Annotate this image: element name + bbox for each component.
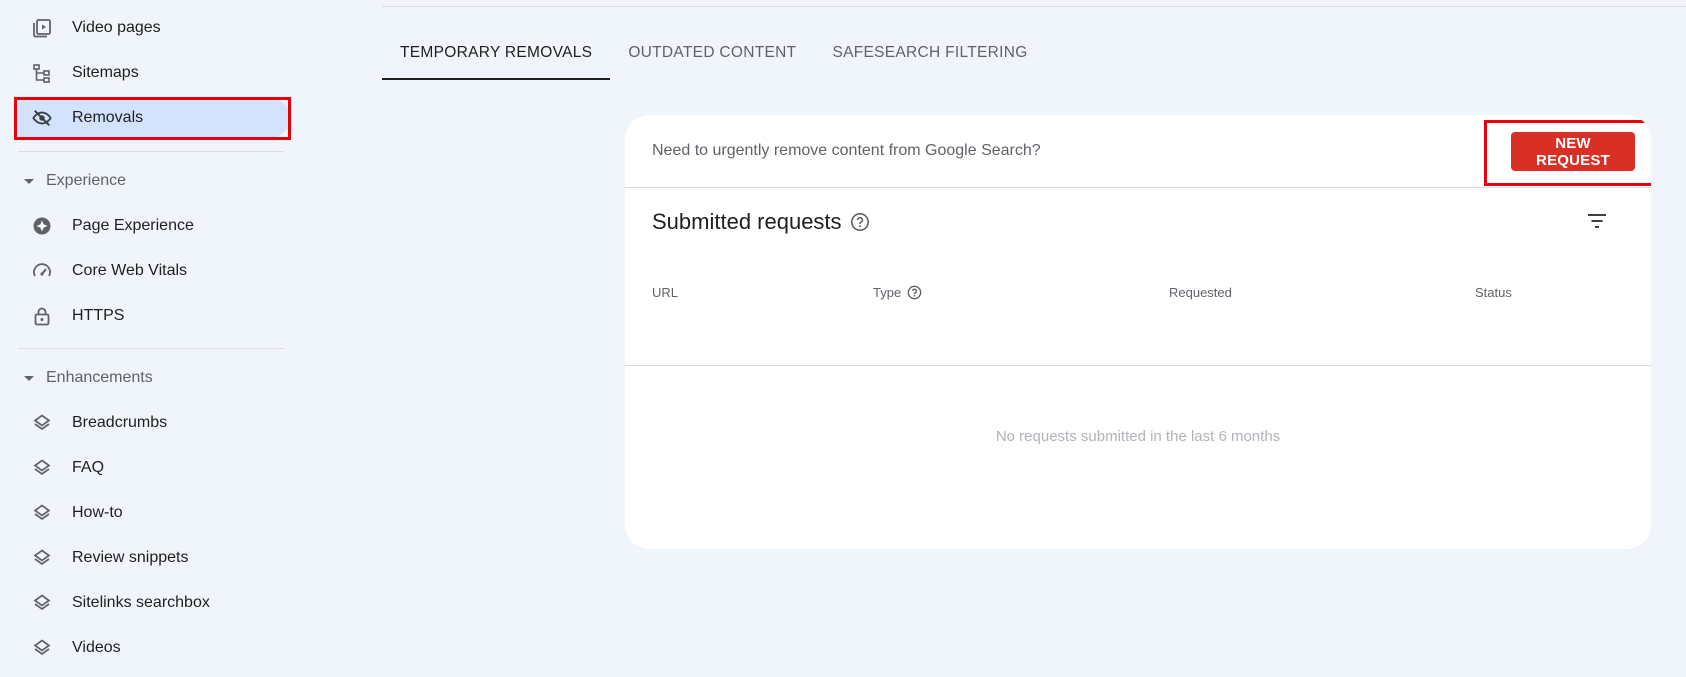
divider: [18, 151, 284, 152]
new-request-button[interactable]: NEW REQUEST: [1511, 132, 1635, 171]
sidebar-item-how-to[interactable]: How-to: [14, 493, 290, 533]
sidebar-item-https[interactable]: HTTPS: [14, 296, 290, 336]
table-header-divider: [625, 365, 1651, 366]
tab-bar: TEMPORARY REMOVALS OUTDATED CONTENT SAFE…: [382, 26, 1046, 80]
filter-icon[interactable]: [1585, 209, 1609, 233]
page-experience-icon: [32, 216, 52, 236]
divider: [18, 348, 284, 349]
layers-icon: [32, 638, 52, 658]
lock-icon: [32, 306, 52, 326]
layers-icon: [32, 413, 52, 433]
sidebar-item-label: Breadcrumbs: [72, 414, 168, 431]
sidebar-item-sitelinks-searchbox[interactable]: Sitelinks searchbox: [14, 583, 290, 623]
banner-text: Need to urgently remove content from Goo…: [652, 142, 1041, 159]
sidebar-item-review-snippets[interactable]: Review snippets: [14, 538, 290, 578]
submitted-requests-title: Submitted requests: [652, 209, 842, 234]
sidebar-item-core-web-vitals[interactable]: Core Web Vitals: [14, 251, 290, 291]
section-header-enhancements[interactable]: Enhancements: [18, 363, 153, 393]
sidebar-item-label: Videos: [72, 639, 121, 656]
sidebar-item-videos[interactable]: Videos: [14, 628, 290, 668]
section-title: Submitted requests: [652, 209, 870, 235]
help-icon[interactable]: [850, 212, 870, 232]
tab-temporary-removals[interactable]: TEMPORARY REMOVALS: [382, 26, 611, 80]
sidebar-item-label: Page Experience: [72, 217, 194, 234]
removals-card: Need to urgently remove content from Goo…: [625, 115, 1651, 549]
sidebar-item-label: Removals: [72, 109, 144, 126]
sidebar-item-breadcrumbs[interactable]: Breadcrumbs: [14, 403, 290, 443]
tab-safesearch-filtering[interactable]: SAFESEARCH FILTERING: [814, 26, 1045, 80]
column-header-status[interactable]: Status: [1475, 285, 1512, 300]
caret-down-icon: [24, 375, 34, 381]
layers-icon: [32, 503, 52, 523]
sidebar-item-sitemaps[interactable]: Sitemaps: [14, 53, 290, 93]
sidebar: Video pages Sitemaps Removals Experience…: [0, 0, 300, 677]
video-pages-icon: [32, 18, 52, 38]
layers-icon: [32, 548, 52, 568]
tab-outdated-content[interactable]: OUTDATED CONTENT: [610, 26, 814, 80]
layers-icon: [32, 458, 52, 478]
sidebar-item-label: How-to: [72, 504, 123, 521]
sidebar-item-label: Review snippets: [72, 549, 189, 566]
sidebar-item-label: Video pages: [72, 19, 161, 36]
sidebar-item-label: Core Web Vitals: [72, 262, 188, 279]
column-header-type[interactable]: Type: [873, 285, 922, 300]
column-header-url[interactable]: URL: [652, 285, 678, 300]
caret-down-icon: [24, 178, 34, 184]
eye-off-icon: [32, 108, 52, 128]
column-header-requested[interactable]: Requested: [1169, 285, 1232, 300]
sidebar-item-video-pages[interactable]: Video pages: [14, 8, 290, 48]
section-label: Experience: [46, 172, 127, 189]
empty-state-message: No requests submitted in the last 6 mont…: [995, 428, 1281, 445]
sidebar-item-label: FAQ: [72, 459, 105, 476]
sidebar-item-page-experience[interactable]: Page Experience: [14, 206, 290, 246]
help-icon[interactable]: [907, 285, 922, 300]
sitemap-icon: [32, 63, 52, 83]
section-header-experience[interactable]: Experience: [18, 166, 126, 196]
sidebar-item-removals[interactable]: Removals: [14, 98, 290, 138]
sidebar-item-label: HTTPS: [72, 307, 125, 324]
speedometer-icon: [32, 261, 52, 281]
column-label: Type: [873, 285, 902, 300]
urgent-removal-banner: Need to urgently remove content from Goo…: [625, 115, 1651, 188]
sidebar-item-faq[interactable]: FAQ: [14, 448, 290, 488]
column-label: Requested: [1169, 285, 1232, 300]
column-label: Status: [1475, 285, 1512, 300]
sidebar-item-label: Sitemaps: [72, 64, 139, 81]
section-label: Enhancements: [46, 369, 153, 386]
header-divider: [382, 6, 1686, 7]
column-label: URL: [652, 285, 679, 300]
layers-icon: [32, 593, 52, 613]
sidebar-item-label: Sitelinks searchbox: [72, 594, 210, 611]
